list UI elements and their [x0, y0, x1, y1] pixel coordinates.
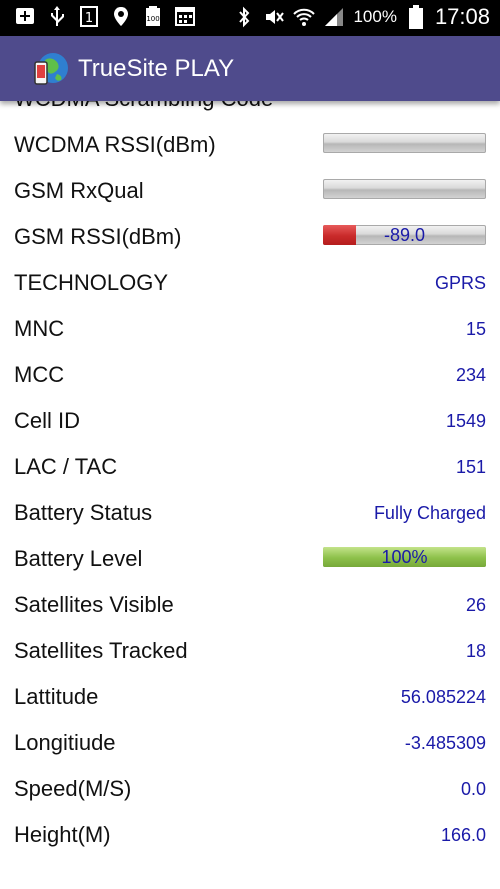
row-value: GPRS	[434, 273, 486, 293]
level-bar	[323, 133, 486, 153]
row-label: Satellites Tracked	[14, 638, 188, 663]
wifi-icon	[293, 6, 316, 28]
clock-time: 17:08	[434, 4, 490, 29]
row-label: Satellites Visible	[14, 592, 174, 617]
row-label: LAC / TAC	[14, 454, 118, 479]
list-item: Battery Level 100%	[0, 538, 500, 584]
svg-text:1: 1	[85, 11, 93, 26]
svg-text:100: 100	[146, 15, 159, 23]
level-bar: -89.0	[323, 225, 486, 245]
list-item: LAC / TAC 151	[0, 446, 500, 492]
level-bar-value: 100%	[381, 547, 428, 567]
list-item: Battery Status Fully Charged	[0, 492, 500, 538]
row-label: GSM RSSI(dBm)	[14, 224, 182, 249]
row-value: 0.0	[460, 779, 486, 799]
info-list[interactable]: WCDMA Scrambling Code-WCDMA RSSI(dBm)GSM…	[0, 78, 500, 860]
list-item: MCC 234	[0, 354, 500, 400]
row-value: 56.085224	[400, 687, 486, 707]
row-value: -3.485309	[404, 733, 486, 753]
battery-percent-text: 100%	[353, 7, 397, 26]
list-item: Speed(M/S) 0.0	[0, 768, 500, 814]
row-label: MNC	[14, 316, 65, 341]
row-label: Battery Status	[14, 500, 153, 525]
level-bar	[323, 179, 486, 199]
row-label: Cell ID	[14, 408, 81, 433]
row-label: Battery Level	[14, 546, 143, 571]
battery-icon	[405, 5, 427, 29]
list-item: Satellites Visible 26	[0, 584, 500, 630]
row-value: 151	[455, 457, 486, 477]
row-label: MCC	[14, 362, 65, 387]
row-value: Fully Charged	[373, 503, 486, 523]
row-value: 15	[465, 319, 486, 339]
list-item: TECHNOLOGY GPRS	[0, 262, 500, 308]
list-item: GSM RSSI(dBm) -89.0	[0, 216, 500, 262]
list-item: Height(M) 166.0	[0, 814, 500, 860]
list-item: WCDMA RSSI(dBm)	[0, 124, 500, 170]
status-bar: 1 100 100% 17:08	[0, 0, 500, 36]
location-icon	[110, 5, 132, 27]
app-logo-icon[interactable]	[31, 50, 69, 88]
level-bar: 100%	[323, 547, 486, 567]
list-item: MNC 15	[0, 308, 500, 354]
row-label: TECHNOLOGY	[14, 270, 169, 295]
calendar-icon	[174, 5, 196, 27]
bluetooth-icon	[233, 6, 255, 28]
list-item: Longitiude -3.485309	[0, 722, 500, 768]
signal-icon	[323, 6, 345, 28]
row-value: 26	[465, 595, 486, 615]
row-label: GSM RxQual	[14, 178, 144, 203]
row-value: 234	[455, 365, 486, 385]
row-label: Speed(M/S)	[14, 776, 132, 801]
row-label: WCDMA RSSI(dBm)	[14, 132, 216, 157]
list-item: Lattitude 56.085224	[0, 676, 500, 722]
row-value: 166.0	[440, 825, 486, 845]
row-label: Height(M)	[14, 822, 111, 847]
row-value: 1549	[445, 411, 486, 431]
list-item: Satellites Tracked 18	[0, 630, 500, 676]
row-value: 18	[465, 641, 486, 661]
app-bar: TrueSite PLAY	[0, 36, 500, 101]
row-label: Lattitude	[14, 684, 99, 709]
add-box-icon	[14, 5, 36, 27]
mute-icon	[263, 6, 285, 28]
list-item: GSM RxQual	[0, 170, 500, 216]
level-bar-value: -89.0	[383, 225, 426, 245]
usb-icon	[46, 5, 68, 27]
row-label: Longitiude	[14, 730, 116, 755]
list-item: Cell ID 1549	[0, 400, 500, 446]
battery-100-icon: 100	[142, 5, 164, 27]
sim-1-icon: 1	[78, 5, 100, 27]
app-title: TrueSite PLAY	[78, 55, 235, 82]
